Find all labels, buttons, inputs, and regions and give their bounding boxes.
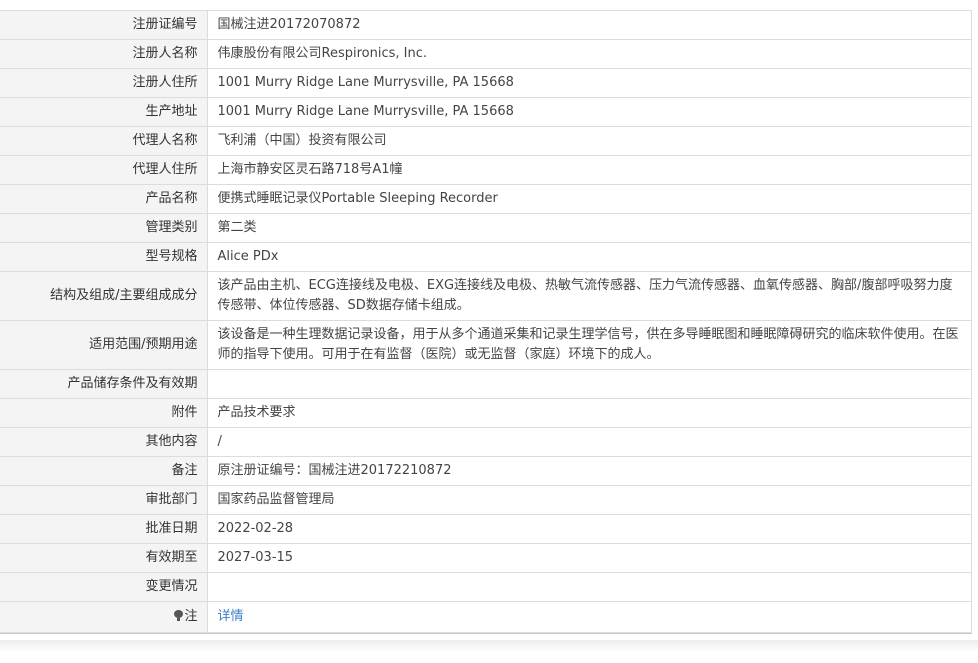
row-label: 产品储存条件及有效期 [0,369,208,399]
row-attachment: 附件 产品技术要求 [0,398,971,428]
row-valid-until: 有效期至 2027-03-15 [0,543,971,573]
row-label: 有效期至 [0,543,208,573]
row-storage-validity: 产品储存条件及有效期 [0,369,971,399]
row-label: 代理人住所 [0,155,208,185]
page-bottom-shadow [0,640,978,652]
row-value: Alice PDx [207,242,971,272]
row-value: / [207,427,971,457]
row-label: 注册证编号 [0,11,208,40]
row-value: 产品技术要求 [207,398,971,428]
row-production-address: 生产地址 1001 Murry Ridge Lane Murrysville, … [0,97,971,127]
row-management-class: 管理类别 第二类 [0,213,971,243]
row-value: 2022-02-28 [207,514,971,544]
row-label: 注册人住所 [0,68,208,98]
row-label: 代理人名称 [0,126,208,156]
row-registrant-name: 注册人名称 伟康股份有限公司Respironics, Inc. [0,39,971,69]
row-value: 便携式睡眠记录仪Portable Sleeping Recorder [207,184,971,214]
row-approval-department: 审批部门 国家药品监督管理局 [0,485,971,515]
row-product-name: 产品名称 便携式睡眠记录仪Portable Sleeping Recorder [0,184,971,214]
row-label: 管理类别 [0,213,208,243]
row-label: 批准日期 [0,514,208,544]
row-value: 上海市静安区灵石路718号A1幢 [207,155,971,185]
row-value: 详情 [207,601,971,633]
row-label: 注册人名称 [0,39,208,69]
row-label: 型号规格 [0,242,208,272]
row-value: 飞利浦（中国）投资有限公司 [207,126,971,156]
row-value: 国家药品监督管理局 [207,485,971,515]
row-value: 国械注进20172070872 [207,11,971,40]
row-model-spec: 型号规格 Alice PDx [0,242,971,272]
lightbulb-icon [174,610,184,621]
row-label: 结构及组成/主要组成成分 [0,271,208,321]
row-label: 备注 [0,456,208,486]
row-agent-address: 代理人住所 上海市静安区灵石路718号A1幢 [0,155,971,185]
row-change-status: 变更情况 [0,572,971,602]
row-value: 第二类 [207,213,971,243]
row-value: 2027-03-15 [207,543,971,573]
details-link[interactable]: 详情 [218,609,244,624]
row-value: 1001 Murry Ridge Lane Murrysville, PA 15… [207,68,971,98]
row-remarks: 备注 原注册证编号：国械注进20172210872 [0,456,971,486]
row-structure-composition: 结构及组成/主要组成成分 该产品由主机、ECG连接线及电极、EXG连接线及电极、… [0,271,971,321]
row-registrant-address: 注册人住所 1001 Murry Ridge Lane Murrysville,… [0,68,971,98]
row-value: 该产品由主机、ECG连接线及电极、EXG连接线及电极、热敏气流传感器、压力气流传… [207,271,971,321]
row-agent-name: 代理人名称 飞利浦（中国）投资有限公司 [0,126,971,156]
row-other-content: 其他内容 / [0,427,971,457]
row-intended-use: 适用范围/预期用途 该设备是一种生理数据记录设备，用于从多个通道采集和记录生理学… [0,320,971,370]
row-value: 1001 Murry Ridge Lane Murrysville, PA 15… [207,97,971,127]
row-label: 生产地址 [0,97,208,127]
row-registration-number: 注册证编号 国械注进20172070872 [0,11,971,40]
row-value: 原注册证编号：国械注进20172210872 [207,456,971,486]
row-value [207,572,971,602]
row-label: 附件 [0,398,208,428]
row-value: 该设备是一种生理数据记录设备，用于从多个通道采集和记录生理学信号，供在多导睡眠图… [207,320,971,370]
row-note: 注 详情 [0,601,971,633]
registration-detail-table: 注册证编号 国械注进20172070872 注册人名称 伟康股份有限公司Resp… [0,10,972,634]
row-label: 审批部门 [0,485,208,515]
row-label: 注 [0,601,208,633]
row-label: 适用范围/预期用途 [0,320,208,370]
note-label: 注 [184,609,198,624]
row-approval-date: 批准日期 2022-02-28 [0,514,971,544]
row-label: 产品名称 [0,184,208,214]
row-value [207,369,971,399]
row-label: 其他内容 [0,427,208,457]
detail-table: 注册证编号 国械注进20172070872 注册人名称 伟康股份有限公司Resp… [0,11,971,633]
row-value: 伟康股份有限公司Respironics, Inc. [207,39,971,69]
row-label: 变更情况 [0,572,208,602]
